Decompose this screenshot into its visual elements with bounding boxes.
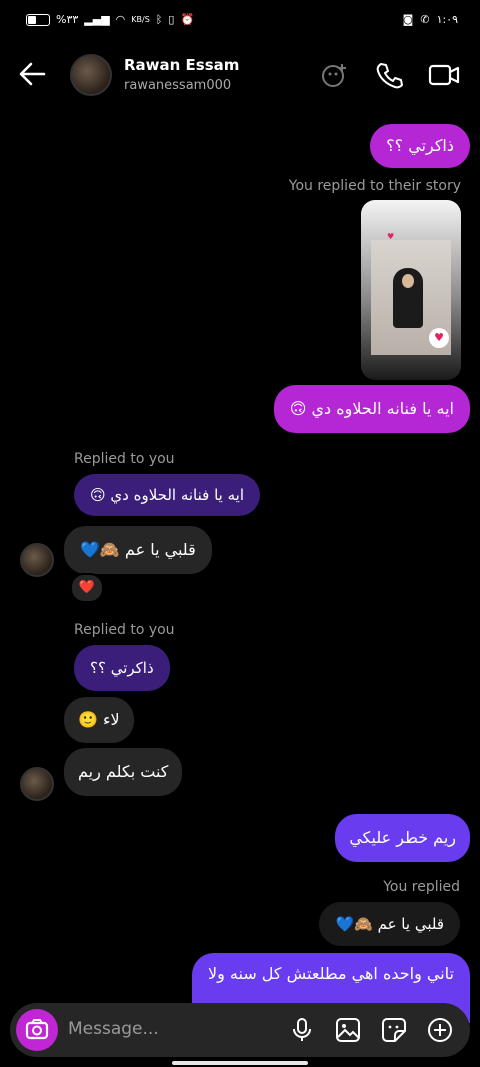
camera-button[interactable] — [16, 1009, 58, 1051]
outgoing-message[interactable]: ذاكرتي ؟؟ — [370, 124, 470, 168]
avatar[interactable] — [70, 54, 112, 96]
battery-icon — [26, 13, 50, 26]
story-preview[interactable]: ♥ ♥ — [361, 200, 461, 380]
story-person-face — [402, 274, 414, 288]
story-reaction-icon: ♥ — [429, 328, 449, 348]
add-icon[interactable] — [427, 1017, 453, 1043]
incoming-message[interactable]: قلبي يا عم 🙈💙 — [64, 526, 212, 574]
status-left: %٣٣ ▂▄▆ ◠ KB/S ᛒ ▯ ⏰ — [26, 13, 194, 26]
message-input[interactable]: Message... — [68, 1019, 159, 1039]
sticker-icon[interactable] — [381, 1017, 407, 1043]
notification-icon: ◙ — [402, 13, 414, 26]
data-rate: KB/S — [131, 15, 150, 24]
home-indicator — [172, 1061, 308, 1065]
whatsapp-icon: ✆ — [420, 13, 430, 26]
quoted-message[interactable]: قلبي يا عم 🙈💙 — [319, 902, 460, 946]
wifi-icon: ◠ — [115, 13, 126, 26]
back-arrow-icon[interactable] — [16, 58, 48, 90]
video-call-icon[interactable] — [428, 60, 460, 94]
alarm-icon: ⏰ — [180, 13, 195, 26]
contact-name[interactable]: Rawan Essam — [124, 56, 239, 74]
outgoing-message-text: تاني واحده اهي مطلعتش كل سنه ولا — [207, 964, 454, 983]
bluetooth-icon: ᛒ — [155, 13, 163, 26]
replied-to-you-label: Replied to you — [74, 451, 175, 467]
outgoing-message[interactable]: ريم خطر عليكي — [335, 814, 470, 862]
outgoing-message[interactable]: ايه يا فنانه الحلاوه دي 🙃 — [273, 385, 470, 433]
gallery-icon[interactable] — [335, 1017, 361, 1043]
quoted-message[interactable]: ذاكرتي ؟؟ — [74, 645, 170, 691]
story-reply-note: You replied to their story — [288, 178, 461, 194]
battery-percent: %٣٣ — [56, 13, 79, 26]
story-sticker-icon: ♥ — [387, 232, 395, 241]
message-composer: Message... — [10, 1003, 470, 1057]
incoming-message[interactable]: لاء 🙂 — [64, 697, 134, 743]
vibrate-icon: ▯ — [168, 13, 175, 26]
replied-to-you-label: Replied to you — [74, 622, 175, 638]
you-replied-label: You replied — [383, 879, 460, 895]
effects-icon[interactable] — [320, 60, 350, 94]
status-right: ◙ ✆ ١:٠٩ — [403, 13, 458, 26]
contact-username[interactable]: rawanessam000 — [124, 78, 231, 93]
phone-icon[interactable] — [374, 60, 404, 94]
signal-icon: ▂▄▆ — [84, 13, 110, 26]
incoming-message[interactable]: كنت بكلم ريم — [64, 748, 183, 796]
status-bar: %٣٣ ▂▄▆ ◠ KB/S ᛒ ▯ ⏰ ◙ ✆ ١:٠٩ — [0, 0, 480, 44]
sender-avatar[interactable] — [20, 543, 54, 577]
heart-reaction[interactable]: ❤️ — [70, 573, 104, 603]
clock: ١:٠٩ — [436, 13, 458, 26]
quoted-message[interactable]: ايه يا فنانه الحلاوه دي 🙃 — [74, 474, 260, 516]
sender-avatar[interactable] — [20, 767, 54, 801]
microphone-icon[interactable] — [289, 1017, 315, 1043]
chat-header: Rawan Essam rawanessam000 — [0, 44, 480, 110]
